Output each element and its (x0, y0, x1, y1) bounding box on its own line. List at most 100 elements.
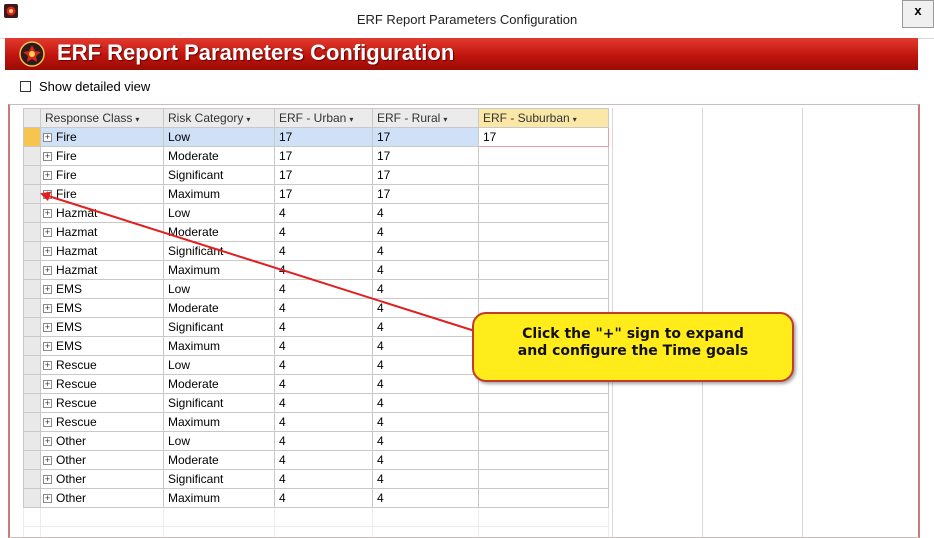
row-selector[interactable] (23, 222, 41, 242)
cell-erf-urban[interactable]: 4 (274, 260, 373, 280)
expand-row-icon[interactable]: + (43, 304, 52, 313)
cell-erf-rural[interactable]: 4 (372, 469, 479, 489)
cell-risk-category[interactable]: Significant (163, 393, 275, 413)
cell-erf-suburban[interactable]: 17 (478, 127, 609, 147)
cell-erf-urban[interactable]: 17 (274, 127, 373, 147)
sort-dropdown-icon[interactable]: ▾ (349, 115, 353, 124)
cell-risk-category[interactable]: Significant (163, 165, 275, 185)
cell-erf-rural[interactable]: 4 (372, 279, 479, 299)
cell-erf-rural[interactable]: 4 (372, 412, 479, 432)
cell-erf-suburban[interactable] (478, 165, 609, 185)
cell-erf-suburban[interactable] (478, 260, 609, 280)
cell-response-class[interactable]: + Hazmat (40, 203, 164, 223)
expand-row-icon[interactable]: + (43, 418, 52, 427)
cell-risk-category[interactable]: Maximum (163, 184, 275, 204)
cell-response-class[interactable]: + Fire (40, 146, 164, 166)
cell-erf-urban[interactable]: 4 (274, 412, 373, 432)
expand-row-icon[interactable]: + (43, 475, 52, 484)
cell-risk-category[interactable]: Significant (163, 317, 275, 337)
cell-erf-suburban[interactable] (478, 431, 609, 451)
sort-dropdown-icon[interactable]: ▾ (135, 115, 139, 124)
cell-erf-rural[interactable]: 4 (372, 355, 479, 375)
row-selector[interactable] (23, 317, 41, 337)
cell-erf-rural[interactable]: 4 (372, 241, 479, 261)
expand-row-icon[interactable]: + (43, 437, 52, 446)
cell-erf-rural[interactable]: 17 (372, 127, 479, 147)
cell-erf-rural[interactable]: 4 (372, 298, 479, 318)
row-selector[interactable] (23, 241, 41, 261)
cell-erf-rural[interactable]: 4 (372, 374, 479, 394)
table-row[interactable]: + Fire Moderate 17 17 (23, 146, 609, 166)
row-selector[interactable] (23, 355, 41, 375)
table-row[interactable]: + Hazmat Moderate 4 4 (23, 222, 609, 242)
expand-row-icon[interactable]: + (43, 342, 52, 351)
cell-response-class[interactable]: + Fire (40, 184, 164, 204)
cell-erf-suburban[interactable] (478, 469, 609, 489)
expand-row-icon[interactable]: + (43, 209, 52, 218)
cell-risk-category[interactable]: Significant (163, 241, 275, 261)
close-button[interactable]: x (902, 0, 934, 28)
cell-risk-category[interactable]: Low (163, 127, 275, 147)
cell-erf-urban[interactable]: 4 (274, 298, 373, 318)
cell-erf-suburban[interactable] (478, 279, 609, 299)
cell-erf-urban[interactable]: 4 (274, 431, 373, 451)
expand-row-icon[interactable]: + (43, 152, 52, 161)
column-header-erf-rural[interactable]: ERF - Rural ▾ (372, 108, 479, 128)
cell-erf-suburban[interactable] (478, 222, 609, 242)
expand-row-icon[interactable]: + (43, 190, 52, 199)
cell-response-class[interactable]: + EMS (40, 336, 164, 356)
table-row[interactable]: + Hazmat Maximum 4 4 (23, 260, 609, 280)
cell-response-class[interactable]: + EMS (40, 279, 164, 299)
column-header-risk-category[interactable]: Risk Category ▾ (163, 108, 275, 128)
expand-row-icon[interactable]: + (43, 285, 52, 294)
cell-erf-rural[interactable]: 17 (372, 165, 479, 185)
row-selector[interactable] (23, 260, 41, 280)
cell-erf-urban[interactable]: 4 (274, 203, 373, 223)
expand-row-icon[interactable]: + (43, 247, 52, 256)
expand-row-icon[interactable]: + (43, 361, 52, 370)
cell-erf-urban[interactable]: 4 (274, 393, 373, 413)
cell-erf-rural[interactable]: 17 (372, 146, 479, 166)
table-row[interactable]: + Hazmat Low 4 4 (23, 203, 609, 223)
cell-erf-rural[interactable]: 4 (372, 488, 479, 508)
expand-row-icon[interactable]: + (43, 399, 52, 408)
table-row[interactable]: + Other Maximum 4 4 (23, 488, 609, 508)
cell-response-class[interactable]: + Hazmat (40, 222, 164, 242)
cell-erf-urban[interactable]: 4 (274, 469, 373, 489)
column-header-response-class[interactable]: Response Class ▾ (40, 108, 164, 128)
cell-erf-urban[interactable]: 4 (274, 279, 373, 299)
cell-response-class[interactable]: + Other (40, 469, 164, 489)
cell-risk-category[interactable]: Moderate (163, 374, 275, 394)
row-selector[interactable] (23, 412, 41, 432)
expand-row-icon[interactable]: + (43, 456, 52, 465)
cell-risk-category[interactable]: Moderate (163, 298, 275, 318)
column-header-erf-suburban[interactable]: ERF - Suburban ▾ (478, 108, 609, 128)
cell-erf-rural[interactable]: 4 (372, 431, 479, 451)
cell-risk-category[interactable]: Moderate (163, 450, 275, 470)
cell-response-class[interactable]: + Fire (40, 127, 164, 147)
cell-erf-suburban[interactable] (478, 393, 609, 413)
row-selector[interactable] (23, 336, 41, 356)
cell-response-class[interactable]: + Rescue (40, 355, 164, 375)
cell-erf-suburban[interactable] (478, 488, 609, 508)
show-detailed-view-option[interactable]: Show detailed view (6, 77, 150, 95)
expand-row-icon[interactable]: + (43, 171, 52, 180)
row-selector[interactable] (23, 127, 41, 147)
cell-erf-rural[interactable]: 4 (372, 203, 479, 223)
cell-erf-urban[interactable]: 4 (274, 374, 373, 394)
expand-row-icon[interactable]: + (43, 494, 52, 503)
cell-response-class[interactable]: + Hazmat (40, 241, 164, 261)
cell-erf-suburban[interactable] (478, 241, 609, 261)
table-row[interactable]: + Rescue Maximum 4 4 (23, 412, 609, 432)
cell-risk-category[interactable]: Low (163, 431, 275, 451)
table-row[interactable]: + Fire Maximum 17 17 (23, 184, 609, 204)
row-selector[interactable] (23, 488, 41, 508)
expand-row-icon[interactable]: + (43, 323, 52, 332)
cell-risk-category[interactable]: Low (163, 279, 275, 299)
cell-response-class[interactable]: + EMS (40, 298, 164, 318)
cell-erf-rural[interactable]: 4 (372, 336, 479, 356)
row-selector[interactable] (23, 431, 41, 451)
cell-risk-category[interactable]: Moderate (163, 222, 275, 242)
table-row[interactable]: + EMS Low 4 4 (23, 279, 609, 299)
table-row[interactable]: + Fire Low 17 17 17 (23, 127, 609, 147)
